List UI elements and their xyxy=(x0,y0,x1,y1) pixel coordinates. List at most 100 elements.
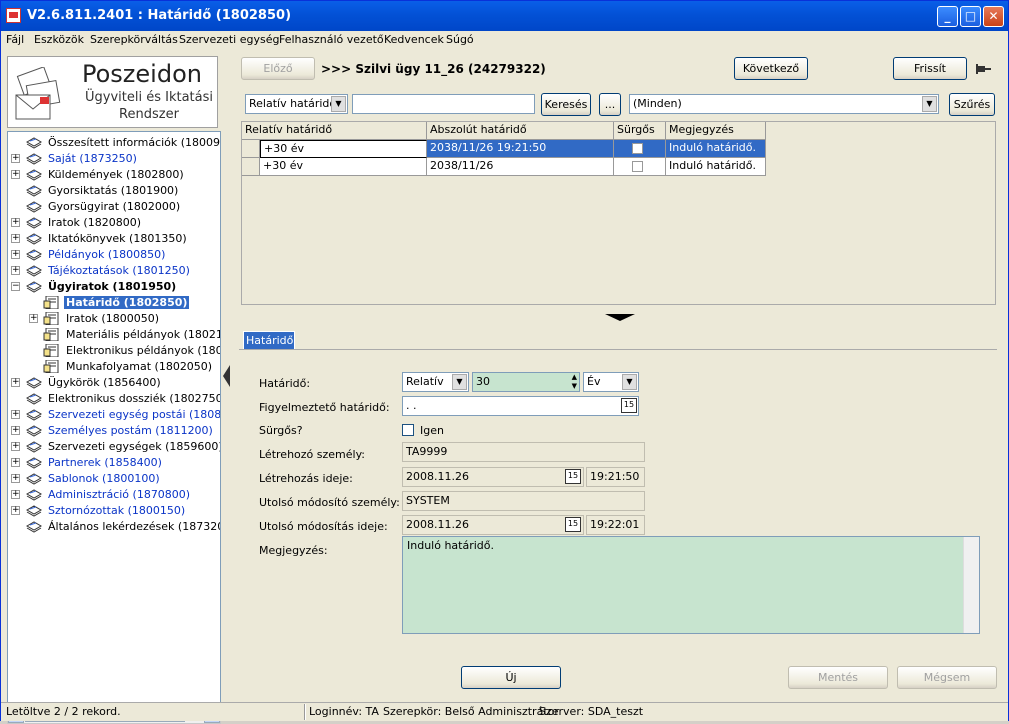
chevron-down-icon[interactable]: ▼ xyxy=(922,96,937,112)
note-text: Induló határidő. xyxy=(407,539,495,552)
expand-toggle-icon[interactable]: + xyxy=(11,410,20,419)
deadline-value-stepper[interactable]: 30 ▲ ▼ xyxy=(472,372,580,392)
collapse-left-arrow-icon[interactable] xyxy=(223,365,230,387)
chevron-down-icon[interactable]: ▼ xyxy=(622,374,637,390)
column-header-relative[interactable]: Relatív határidő xyxy=(242,122,427,140)
column-header-note[interactable]: Megjegyzés xyxy=(666,122,766,140)
more-options-button[interactable]: ... xyxy=(599,93,621,116)
cancel-button[interactable]: Mégsem xyxy=(897,666,997,689)
row-indicator xyxy=(242,158,260,176)
title-bar[interactable]: V2.6.811.2401 : Határidő (1802850) _ □ ✕ xyxy=(1,1,1008,31)
expand-toggle-icon[interactable]: + xyxy=(11,218,20,227)
status-login: Loginnév: TA xyxy=(309,705,379,718)
cell-note[interactable]: Induló határidő. xyxy=(666,158,766,176)
logo: Poszeidon Ügyviteli és Iktatási Rendszer xyxy=(7,56,218,128)
urgent-yes-label[interactable]: Igen xyxy=(420,424,444,437)
expand-toggle-icon[interactable]: + xyxy=(29,314,38,323)
menu-org-unit[interactable]: Szervezeti egység xyxy=(179,33,279,46)
navigation-tree[interactable]: Összesített információk (1800950) + Saját … xyxy=(7,131,221,708)
cell-relative[interactable]: +30 év xyxy=(260,140,427,158)
refresh-button[interactable]: Frissít xyxy=(893,57,967,80)
filter-select[interactable]: (Minden) ▼ xyxy=(629,94,939,114)
expand-toggle-icon[interactable]: − xyxy=(11,282,20,291)
breadcrumb: >>> Szilvi ügy 11_26 (24279322) xyxy=(321,62,546,76)
vertical-splitter[interactable] xyxy=(221,53,233,702)
menu-tools[interactable]: Eszközök xyxy=(34,33,84,46)
tab-deadline[interactable]: Határidő xyxy=(243,331,295,350)
cell-relative[interactable]: +30 év xyxy=(260,158,427,176)
document-stack-icon xyxy=(25,232,43,245)
status-role: Szerepkör: Belső Adminisztrátor xyxy=(383,705,559,718)
cell-absolute[interactable]: 2038/11/26 xyxy=(427,158,614,176)
filter-button[interactable]: Szűrés xyxy=(949,93,995,116)
chevron-down-icon[interactable]: ▼ xyxy=(452,374,467,390)
next-button[interactable]: Következő xyxy=(734,57,808,80)
calendar-icon[interactable]: 15 xyxy=(565,469,581,484)
collapse-down-arrow-icon[interactable] xyxy=(605,314,635,321)
save-button[interactable]: Mentés xyxy=(788,666,888,689)
expand-toggle-icon[interactable]: + xyxy=(11,378,20,387)
expand-toggle-icon[interactable]: + xyxy=(11,490,20,499)
calendar-icon[interactable]: 15 xyxy=(621,398,637,413)
logo-subtitle-1: Ügyviteli és Iktatási xyxy=(85,90,213,105)
search-button[interactable]: Keresés xyxy=(541,93,591,116)
document-stack-icon xyxy=(25,152,43,165)
column-header-absolute[interactable]: Abszolút határidő xyxy=(427,122,614,140)
note-textarea[interactable]: Induló határidő. xyxy=(402,536,980,634)
expand-toggle-icon[interactable]: + xyxy=(11,506,20,515)
tree-item-label: Adminisztráció (1870800) xyxy=(48,488,191,501)
app-icon[interactable] xyxy=(6,8,21,23)
expand-toggle-icon[interactable]: + xyxy=(11,250,20,259)
expand-toggle-icon[interactable]: + xyxy=(11,426,20,435)
new-button[interactable]: Új xyxy=(461,666,561,689)
urgent-checkbox[interactable] xyxy=(632,143,643,154)
urgent-checkbox[interactable] xyxy=(402,424,414,436)
cell-urgent[interactable] xyxy=(614,158,666,176)
pin-icon[interactable] xyxy=(976,62,992,76)
urgent-checkbox[interactable] xyxy=(632,161,643,172)
chevron-down-icon[interactable]: ▼ xyxy=(331,96,346,112)
tree-item-label: Ügyiratok (1801950) xyxy=(48,280,177,293)
envelopes-logo-icon xyxy=(15,67,61,120)
expand-toggle-icon[interactable]: + xyxy=(11,474,20,483)
deadline-grid: Relatív határidő Abszolút határidő Sürgő… xyxy=(241,121,996,305)
stepper-arrows-icon[interactable]: ▲ ▼ xyxy=(572,373,577,391)
expand-toggle-icon[interactable]: + xyxy=(11,234,20,243)
cell-urgent[interactable] xyxy=(614,140,666,158)
search-input[interactable] xyxy=(352,94,535,114)
expand-toggle-icon[interactable]: + xyxy=(11,170,20,179)
document-stack-icon xyxy=(25,520,43,533)
expand-toggle-icon[interactable]: + xyxy=(11,266,20,275)
creator-field: TA9999 xyxy=(402,442,645,462)
tree-item-label: Sablonok (1800100) xyxy=(48,472,160,485)
tree-item-label: Partnerek (1858400) xyxy=(48,456,162,469)
calendar-icon[interactable]: 15 xyxy=(565,517,581,532)
menu-help[interactable]: Súgó xyxy=(446,33,474,46)
close-button[interactable]: ✕ xyxy=(983,6,1004,27)
minimize-button[interactable]: _ xyxy=(937,6,958,27)
cell-absolute[interactable]: 2038/11/26 19:21:50 xyxy=(427,140,614,158)
deadline-unit-select[interactable]: Év ▼ xyxy=(583,372,639,392)
menu-role-switch[interactable]: Szerepkörváltás xyxy=(90,33,178,46)
expand-toggle-icon[interactable]: + xyxy=(11,458,20,467)
horizontal-splitter[interactable] xyxy=(233,311,1007,323)
warning-deadline-field[interactable]: . . xyxy=(402,396,639,416)
creator-label: Létrehozó személy: xyxy=(259,448,365,461)
expand-toggle-icon[interactable]: + xyxy=(11,154,20,163)
menu-favorites[interactable]: Kedvencek xyxy=(384,33,444,46)
previous-button[interactable]: Előző xyxy=(241,57,315,80)
cell-note[interactable]: Induló határidő. xyxy=(666,140,766,158)
filter-value: (Minden) xyxy=(633,97,682,110)
document-stack-icon xyxy=(25,248,43,261)
expand-toggle-icon[interactable]: + xyxy=(11,442,20,451)
column-header-urgent[interactable]: Sürgős xyxy=(614,122,666,140)
tree-item-label: Iktatókönyvek (1801350) xyxy=(48,232,187,245)
menu-user-manager[interactable]: Felhasználó vezető xyxy=(279,33,384,46)
deadline-type-select[interactable]: Relatív ▼ xyxy=(402,372,469,392)
note-vertical-scrollbar[interactable] xyxy=(963,537,979,633)
modified-time-field: 19:22:01 xyxy=(586,515,645,535)
search-field-select[interactable]: Relatív határidő ▼ xyxy=(245,94,348,114)
menu-file[interactable]: Fájl xyxy=(6,33,24,46)
tree-item-label: Példányok (1800850) xyxy=(48,248,166,261)
maximize-button[interactable]: □ xyxy=(960,6,981,27)
